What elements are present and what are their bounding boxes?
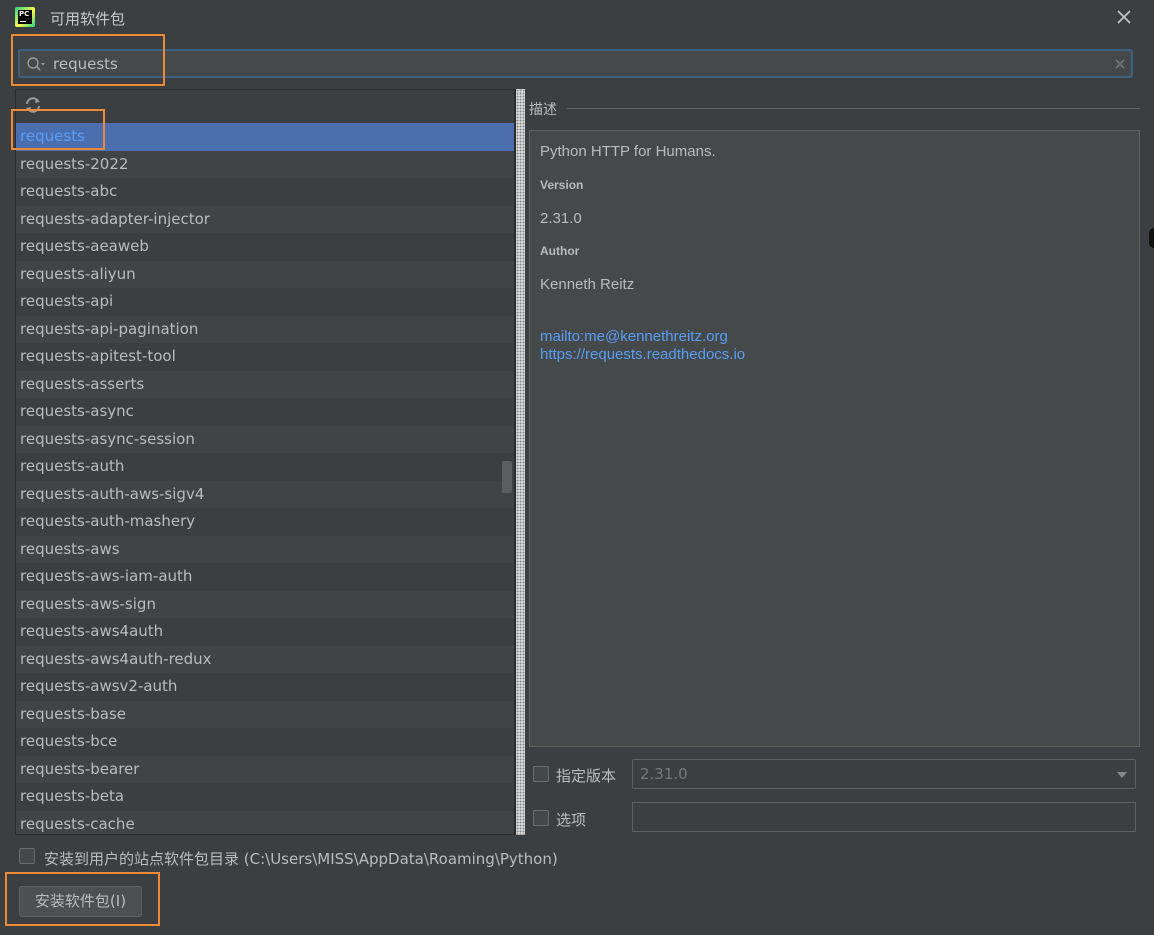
email-link[interactable]: mailto:me@kennethreitz.org	[540, 328, 728, 345]
package-list-item[interactable]: requests-aws-iam-auth	[16, 563, 514, 591]
options-checkbox[interactable]	[533, 810, 549, 826]
package-list-item[interactable]: requests-bearer	[16, 755, 514, 783]
specify-version-label: 指定版本	[556, 767, 617, 785]
author-value: Kenneth Reitz	[540, 276, 635, 293]
package-list-item[interactable]: requests-beta	[16, 783, 514, 811]
options-label: 选项	[556, 811, 587, 829]
package-list-item[interactable]: requests-async	[16, 398, 514, 426]
install-package-button[interactable]: 安装软件包(I)	[19, 886, 142, 917]
package-list-item[interactable]: requests-auth-aws-sigv4	[16, 480, 514, 508]
window-title: 可用软件包	[50, 10, 126, 28]
package-list-panel: requests requests-2022 requests-abc request…	[15, 89, 515, 835]
package-list-item[interactable]: requests-async-session	[16, 425, 514, 453]
pycharm-icon: PC	[15, 7, 35, 27]
package-list-item[interactable]: requests	[16, 123, 514, 151]
version-select[interactable]: 2.31.0	[632, 759, 1136, 789]
package-list-item[interactable]: requests-aliyun	[16, 260, 514, 288]
description-section-title: 描述	[529, 102, 557, 118]
version-value: 2.31.0	[540, 210, 582, 227]
package-list-item[interactable]: requests-api-pagination	[16, 315, 514, 343]
homepage-link[interactable]: https://requests.readthedocs.io	[540, 346, 745, 363]
install-to-user-label: 安装到用户的站点软件包目录 (C:\Users\MISS\AppData\Roa…	[44, 850, 558, 868]
chevron-down-icon	[1117, 772, 1127, 778]
description-panel: Python HTTP for Humans. Version 2.31.0 A…	[529, 130, 1140, 747]
package-list-item[interactable]: requests-aws4auth	[16, 618, 514, 646]
close-icon[interactable]	[1112, 5, 1136, 29]
package-list-item[interactable]: requests-base	[16, 700, 514, 728]
options-input[interactable]	[632, 802, 1136, 832]
package-list-item[interactable]: requests-auth-mashery	[16, 508, 514, 536]
list-scrollbar-thumb[interactable]	[502, 461, 512, 493]
clear-icon[interactable]	[1113, 57, 1127, 71]
version-select-value: 2.31.0	[640, 765, 688, 783]
package-list-item[interactable]: requests-awsv2-auth	[16, 673, 514, 701]
search-icon[interactable]	[26, 56, 46, 74]
package-list-item[interactable]: requests-bce	[16, 728, 514, 756]
package-list-item[interactable]: requests-asserts	[16, 370, 514, 398]
search-box	[18, 49, 1133, 78]
panel-splitter[interactable]	[515, 89, 527, 835]
package-list: requests requests-2022 requests-abc request…	[16, 123, 514, 834]
package-list-item[interactable]: requests-auth	[16, 453, 514, 481]
package-list-item[interactable]: requests-adapter-injector	[16, 205, 514, 233]
package-list-item[interactable]: requests-aws	[16, 535, 514, 563]
search-input[interactable]	[53, 53, 1093, 75]
package-list-item[interactable]: requests-aeaweb	[16, 233, 514, 261]
section-divider	[567, 108, 1140, 109]
specify-version-checkbox[interactable]	[533, 766, 549, 782]
package-list-item[interactable]: requests-abc	[16, 178, 514, 206]
package-list-item[interactable]: requests-cache	[16, 810, 514, 834]
version-label: Version	[540, 178, 584, 192]
package-list-item[interactable]: requests-aws-sign	[16, 590, 514, 618]
package-list-item[interactable]: requests-apitest-tool	[16, 343, 514, 371]
package-summary: Python HTTP for Humans.	[540, 143, 716, 160]
title-bar: PC 可用软件包	[0, 0, 1154, 36]
package-list-item[interactable]: requests-2022	[16, 150, 514, 178]
install-to-user-checkbox[interactable]	[19, 848, 35, 864]
author-label: Author	[540, 244, 580, 258]
package-list-item[interactable]: requests-api	[16, 288, 514, 316]
window-edge-handle	[1149, 228, 1154, 248]
package-list-item[interactable]: requests-aws4auth-redux	[16, 645, 514, 673]
